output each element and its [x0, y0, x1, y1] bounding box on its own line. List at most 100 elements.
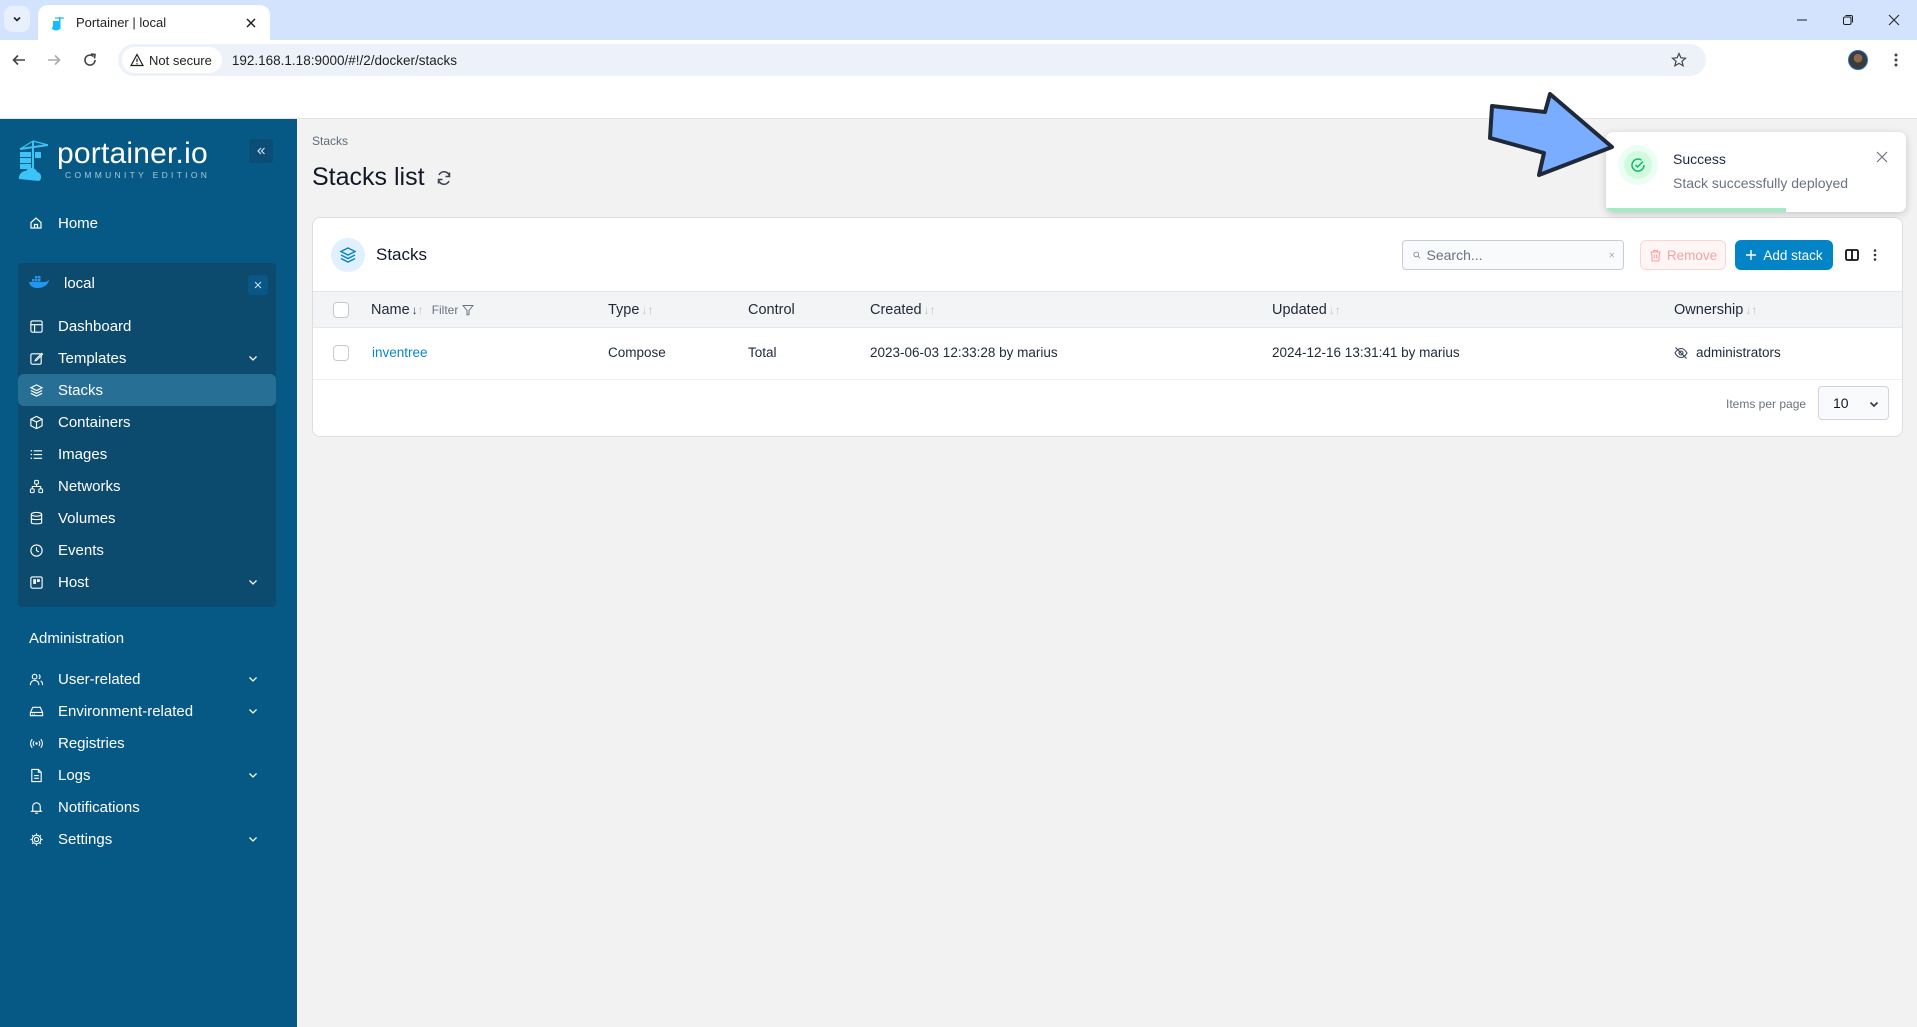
sidebar-item-label: Volumes [58, 509, 116, 527]
tab-close-button[interactable] [242, 14, 260, 32]
stack-updated: 2024-12-16 13:31:41 by marius [1272, 345, 1460, 360]
host-icon [28, 574, 44, 590]
table-header: Name ↓↑ Filter Type ↓↑ Control Created ↓↑ U… [313, 291, 1902, 328]
column-header-created[interactable]: Created ↓↑ [870, 302, 936, 318]
logo-text: portainer.io [57, 137, 208, 170]
volumes-icon [28, 510, 44, 526]
stack-name-link[interactable]: inventree [372, 345, 428, 360]
page-title: Stacks list [312, 163, 453, 192]
remove-button[interactable]: Remove [1640, 240, 1726, 270]
registries-icon [28, 735, 44, 751]
sidebar-item-containers[interactable]: Containers [18, 406, 276, 438]
star-icon [1671, 52, 1687, 68]
url-text[interactable]: 192.168.1.18:9000/#!/2/docker/stacks [232, 53, 1666, 68]
restore-button[interactable] [1836, 8, 1860, 32]
stack-control: Total [748, 345, 777, 360]
sidebar-item-label: Containers [58, 413, 131, 431]
column-header-control: Control [748, 302, 795, 318]
items-per-page-select[interactable]: 10 [1818, 386, 1889, 420]
sidebar-item-settings[interactable]: Settings [18, 823, 276, 855]
sidebar-item-logs[interactable]: Logs [18, 759, 276, 791]
toast-title: Success [1673, 151, 1726, 167]
sidebar-item-environment-related[interactable]: Environment-related [18, 695, 276, 727]
stacks-icon [28, 382, 44, 398]
sidebar-item-registries[interactable]: Registries [18, 727, 276, 759]
sidebar-item-templates[interactable]: Templates [18, 342, 276, 374]
sidebar-item-home[interactable]: Home [18, 207, 276, 239]
reload-icon [84, 53, 96, 66]
card-title: Stacks [376, 245, 428, 264]
card-header: Stacks Remove Add stack [313, 218, 1902, 291]
more-vertical-icon[interactable] [1867, 247, 1883, 263]
logs-icon [28, 767, 44, 783]
sidebar-item-user-related[interactable]: User-related [18, 663, 276, 695]
sort-icon: ↓↑ [923, 303, 936, 317]
reload-button[interactable] [78, 48, 102, 72]
row-checkbox[interactable] [333, 345, 349, 361]
close-icon[interactable] [1874, 149, 1890, 165]
chevron-down-icon [13, 16, 21, 22]
annotation-arrow-icon [1488, 92, 1614, 177]
address-bar[interactable]: Not secure 192.168.1.18:9000/#!/2/docker… [118, 44, 1706, 76]
bookmark-button[interactable] [1666, 47, 1692, 73]
environment-icon [28, 703, 44, 719]
column-header-name[interactable]: Name ↓↑ Filter [371, 302, 475, 318]
column-header-ownership[interactable]: Ownership ↓↑ [1674, 302, 1757, 318]
sort-icon: ↓↑ [1745, 303, 1758, 317]
portainer-logo-icon [18, 140, 49, 181]
docker-icon [28, 275, 50, 291]
browser-tab-bar: Portainer | local [0, 0, 1917, 40]
breadcrumb[interactable]: Stacks [312, 134, 348, 148]
users-icon [28, 671, 44, 687]
search-input[interactable] [1426, 247, 1608, 263]
profile-avatar[interactable] [1848, 50, 1868, 70]
sidebar-item-images[interactable]: Images [18, 438, 276, 470]
stacks-icon [331, 238, 365, 272]
close-icon [254, 281, 262, 289]
chevron-down-icon [249, 709, 257, 714]
sidebar-item-volumes[interactable]: Volumes [18, 502, 276, 534]
close-environment-button[interactable] [248, 275, 268, 295]
window-close-button[interactable] [1882, 8, 1906, 32]
chevron-down-icon [249, 580, 257, 585]
filter-button[interactable]: Filter [432, 303, 475, 317]
trash-icon [1650, 249, 1661, 262]
back-button[interactable] [7, 48, 31, 72]
sidebar-item-notifications[interactable]: Notifications [18, 791, 276, 823]
chevron-down-icon [1869, 401, 1879, 408]
select-all-checkbox[interactable] [333, 302, 349, 318]
sidebar-item-events[interactable]: Events [18, 534, 276, 566]
containers-icon [28, 414, 44, 430]
environment-header[interactable]: local [18, 263, 276, 303]
portainer-logo[interactable]: portainer.io COMMUNITY EDITION [17, 139, 210, 187]
forward-button[interactable] [42, 48, 66, 72]
logo-subtitle: COMMUNITY EDITION [65, 170, 211, 180]
minimize-button[interactable] [1790, 8, 1814, 32]
sidebar-item-host[interactable]: Host [18, 566, 276, 598]
refresh-icon[interactable] [435, 169, 453, 187]
main-content: Stacks Stacks list Stacks Remove Add sta… [297, 119, 1917, 1027]
column-header-type[interactable]: Type ↓↑ [608, 302, 653, 318]
sidebar-item-networks[interactable]: Networks [18, 470, 276, 502]
home-icon [28, 215, 44, 231]
site-info-chip[interactable]: Not secure [122, 47, 222, 73]
search-icon [1413, 251, 1421, 259]
arrow-right-icon [48, 54, 61, 66]
sidebar-item-stacks[interactable]: Stacks [18, 374, 276, 406]
columns-icon[interactable] [1844, 247, 1860, 263]
restore-icon [1843, 15, 1853, 25]
plus-icon [1746, 250, 1757, 260]
column-header-updated[interactable]: Updated ↓↑ [1272, 302, 1341, 318]
sidebar-item-dashboard[interactable]: Dashboard [18, 310, 276, 342]
browser-tab[interactable]: Portainer | local [38, 5, 270, 40]
clear-search-icon[interactable] [1608, 248, 1616, 262]
add-stack-button[interactable]: Add stack [1735, 240, 1833, 270]
search-box [1402, 240, 1624, 270]
administration-heading: Administration [29, 630, 125, 647]
collapse-sidebar-button[interactable] [249, 139, 273, 163]
sidebar-item-label: Host [58, 573, 89, 591]
add-stack-label: Add stack [1763, 247, 1823, 263]
browser-menu-button[interactable] [1886, 50, 1906, 70]
chevron-down-icon [249, 773, 257, 778]
tab-search-button[interactable] [4, 6, 30, 32]
